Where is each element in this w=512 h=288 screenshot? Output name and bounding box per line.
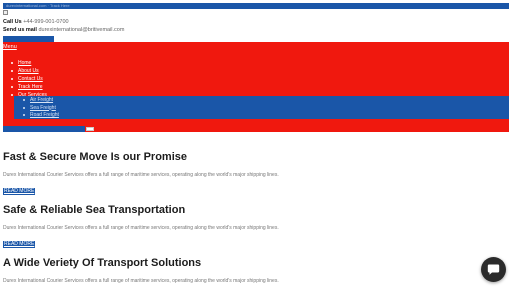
search-row — [3, 126, 94, 132]
send-mail-label: Send us mail — [3, 27, 37, 33]
search-button[interactable] — [86, 127, 94, 131]
services-submenu-list: Air Freight Sea Freight Road Freight — [23, 96, 59, 119]
top-bar: durexinternational.com · Track Here — [3, 3, 509, 9]
nav-item-home[interactable]: Home — [9, 59, 47, 67]
menu-toggle-link[interactable]: Menu — [3, 44, 17, 51]
call-us-line: Call Us +44-999-001-0700 — [3, 19, 69, 26]
feature-section: Fast & Secure Move Is our Promise Durex … — [3, 151, 503, 197]
section-body: Durex International Courier Services off… — [3, 278, 279, 284]
chat-bubble-icon — [487, 264, 500, 275]
submenu-item-air-freight[interactable]: Air Freight — [23, 96, 59, 104]
section-body: Durex International Courier Services off… — [3, 172, 279, 178]
send-mail-line: Send us mail durexinternational@britivem… — [3, 27, 124, 34]
call-us-phone[interactable]: +44-999-001-0700 — [23, 19, 68, 25]
nav-list: Home About Us Contact Us Track Here Our … — [9, 59, 47, 99]
section-title: A Wide Veriety Of Transport Solutions — [3, 257, 202, 269]
nav-item-track-here[interactable]: Track Here — [9, 83, 47, 91]
logo-broken-image-icon[interactable] — [3, 10, 8, 15]
section-title: Fast & Secure Move Is our Promise — [3, 151, 188, 163]
read-more-button[interactable]: READ MORE — [3, 241, 36, 248]
submenu-item-sea-freight[interactable]: Sea Freight — [23, 104, 59, 112]
feature-section: A Wide Veriety Of Transport Solutions Du… — [3, 257, 503, 285]
section-body: Durex International Courier Services off… — [3, 225, 279, 231]
read-more-button[interactable]: READ MORE — [3, 188, 36, 195]
section-title: Safe & Reliable Sea Transportation — [3, 204, 186, 216]
nav-item-contact-us[interactable]: Contact Us — [9, 75, 47, 83]
search-input[interactable] — [3, 126, 85, 132]
services-submenu: Air Freight Sea Freight Road Freight — [14, 96, 509, 119]
send-mail-address[interactable]: durexinternational@britivemail.com — [38, 27, 124, 33]
feature-section: Safe & Reliable Sea Transportation Durex… — [3, 204, 503, 250]
call-us-label: Call Us — [3, 19, 22, 25]
nav-item-about-us[interactable]: About Us — [9, 67, 47, 75]
top-bar-text: durexinternational.com · Track Here — [6, 3, 70, 8]
submenu-item-road-freight[interactable]: Road Freight — [23, 111, 59, 119]
chat-button[interactable] — [481, 257, 506, 282]
